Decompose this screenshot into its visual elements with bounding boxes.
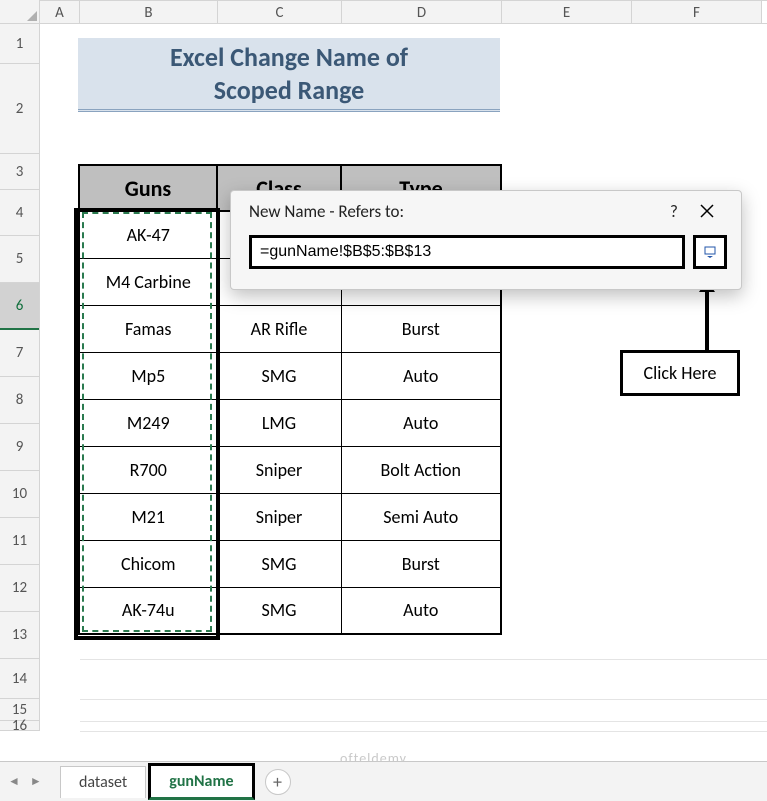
column-headers: ABCDEF	[40, 0, 767, 24]
table-header-guns[interactable]: Guns	[79, 165, 217, 211]
row-header-9[interactable]: 9	[0, 424, 39, 471]
plus-icon: +	[273, 771, 282, 793]
cell[interactable]: Burst	[341, 305, 501, 352]
cell[interactable]: SMG	[217, 540, 341, 587]
column-header-E[interactable]: E	[502, 1, 632, 23]
annotation-label: Click Here	[644, 362, 717, 384]
cell[interactable]: M4 Carbine	[79, 258, 217, 305]
row-header-3[interactable]: 3	[0, 154, 39, 190]
dialog-close-button[interactable]	[687, 203, 727, 219]
table-row: M249LMGAuto	[79, 399, 501, 446]
tab-nav-arrows[interactable]: ◄ ►	[8, 774, 42, 789]
close-icon	[699, 203, 715, 219]
dialog-title: New Name - Refers to:	[249, 201, 661, 222]
cell[interactable]: Chicom	[79, 540, 217, 587]
cell[interactable]: Sniper	[217, 493, 341, 540]
cell[interactable]: Auto	[341, 399, 501, 446]
new-sheet-button[interactable]: +	[265, 769, 291, 795]
column-header-B[interactable]: B	[80, 1, 218, 23]
cell[interactable]: Bolt Action	[341, 446, 501, 493]
annotation-box: Click Here	[620, 350, 740, 396]
column-header-C[interactable]: C	[218, 1, 342, 23]
row-header-5[interactable]: 5	[0, 236, 39, 283]
column-header-F[interactable]: F	[632, 1, 762, 23]
collapse-dialog-button[interactable]	[693, 235, 727, 269]
annotation-arrow	[705, 290, 709, 350]
row-headers: 12345678910111213141516	[0, 24, 40, 731]
cell[interactable]: SMG	[217, 587, 341, 634]
table-row: ChicomSMGBurst	[79, 540, 501, 587]
column-header-A[interactable]: A	[40, 1, 80, 23]
cell[interactable]: Mp5	[79, 352, 217, 399]
row-header-16[interactable]: 16	[0, 721, 39, 731]
cell[interactable]: Semi Auto	[341, 493, 501, 540]
table-row: FamasAR RifleBurst	[79, 305, 501, 352]
row-header-10[interactable]: 10	[0, 471, 39, 518]
row-header-11[interactable]: 11	[0, 518, 39, 565]
title-line2: Scoped Range	[214, 74, 364, 107]
cell[interactable]: R700	[79, 446, 217, 493]
cell[interactable]: Auto	[341, 587, 501, 634]
cell[interactable]: Sniper	[217, 446, 341, 493]
sheet-tabs-bar: ◄ ► datasetgunName +	[0, 761, 767, 801]
collapse-icon	[704, 246, 716, 258]
table-row: Mp5SMGAuto	[79, 352, 501, 399]
cell[interactable]: Famas	[79, 305, 217, 352]
sheet-tab-dataset[interactable]: dataset	[60, 766, 146, 798]
cell[interactable]: AR Rifle	[217, 305, 341, 352]
new-name-dialog: New Name - Refers to: ?	[230, 190, 742, 290]
cell[interactable]: AK-47	[79, 211, 217, 258]
row-header-4[interactable]: 4	[0, 190, 39, 236]
row-header-13[interactable]: 13	[0, 612, 39, 659]
row-header-12[interactable]: 12	[0, 565, 39, 612]
dialog-help-button[interactable]: ?	[661, 201, 687, 222]
sheet-tab-gunName[interactable]: gunName	[148, 763, 254, 800]
title-line1: Excel Change Name of	[170, 41, 408, 74]
cell[interactable]: SMG	[217, 352, 341, 399]
table-row: AK-74uSMGAuto	[79, 587, 501, 634]
row-header-14[interactable]: 14	[0, 659, 39, 699]
row-header-6[interactable]: 6	[0, 283, 39, 330]
nav-prev-icon: ◄	[8, 774, 20, 789]
cell[interactable]: M21	[79, 493, 217, 540]
nav-next-icon: ►	[30, 774, 42, 789]
refers-to-input[interactable]	[249, 235, 685, 269]
column-header-D[interactable]: D	[342, 1, 502, 23]
cell[interactable]: M249	[79, 399, 217, 446]
cell[interactable]: LMG	[217, 399, 341, 446]
row-header-2[interactable]: 2	[0, 64, 39, 154]
spreadsheet-grid: ABCDEF 12345678910111213141516 Excel Cha…	[0, 0, 767, 761]
title-merged-cell: Excel Change Name of Scoped Range	[78, 38, 500, 112]
row-header-7[interactable]: 7	[0, 330, 39, 377]
select-all-triangle[interactable]	[0, 0, 40, 24]
cell[interactable]: AK-74u	[79, 587, 217, 634]
table-row: R700SniperBolt Action	[79, 446, 501, 493]
table-row: M21SniperSemi Auto	[79, 493, 501, 540]
row-header-1[interactable]: 1	[0, 24, 39, 64]
cell[interactable]: Auto	[341, 352, 501, 399]
cell[interactable]: Burst	[341, 540, 501, 587]
row-header-8[interactable]: 8	[0, 377, 39, 424]
